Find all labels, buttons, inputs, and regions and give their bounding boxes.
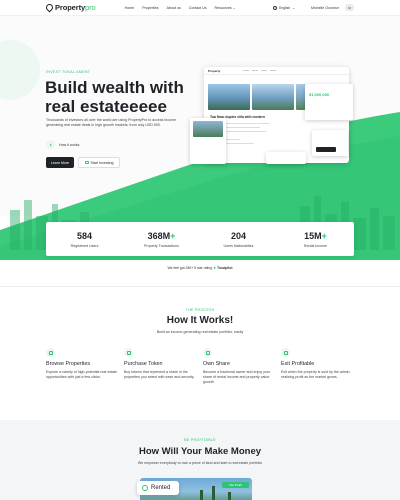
profit-tag: Net Profit — [222, 482, 249, 488]
step-desc: Exit when the property is sold by the ad… — [281, 370, 351, 379]
trustpilot-brand: Trustpilot — [217, 266, 233, 270]
pie-chart-icon — [203, 348, 212, 357]
trust-text: We feel got 280+ 5 star rating — [167, 266, 213, 270]
stat-label: Registered Users — [70, 243, 99, 248]
hero-eyebrow: INVEST TOKAL AMENT — [46, 70, 91, 74]
stat-user-nationalities: 204 Users Nationalities — [200, 231, 277, 248]
trustpilot-rating[interactable]: We feel got 280+ 5 star rating ★ Trustpi… — [0, 266, 400, 270]
rented-badge: Rented — [137, 481, 179, 495]
start-investing-label: Start Investing — [90, 160, 114, 165]
stat-label: Users Nationalities — [223, 243, 254, 248]
step-desc: Explore a variety of high-potential real… — [46, 370, 118, 379]
step-desc: Buy tokens that represent a share in the… — [124, 370, 195, 379]
star-icon: ★ — [213, 266, 217, 270]
stat-value: 15M — [304, 230, 322, 241]
process-eyebrow: THE PROCESS — [185, 308, 215, 312]
how-it-works-label: How it works — [59, 142, 80, 147]
start-investing-button[interactable]: Start Investing — [78, 157, 120, 168]
stat-suffix: + — [321, 230, 327, 241]
step-title: Own Share — [203, 361, 230, 367]
mockup-float-strip — [266, 152, 306, 164]
hero-subtitle: Thousands of investors all over the worl… — [46, 118, 177, 127]
step-title: Browse Properties — [46, 361, 91, 367]
stats-bar: 584 Registered Users 368M+ Property Tran… — [46, 222, 354, 256]
mockup-float-card — [312, 130, 348, 156]
step-desc: Become a fractional owner and enjoy your… — [203, 370, 271, 384]
how-it-works-title: How It Works! — [166, 315, 234, 326]
play-icon — [46, 140, 55, 149]
make-money-title: How Will Your Make Money — [138, 446, 262, 457]
home-icon — [281, 348, 290, 357]
how-it-works-subtitle: Build an income-generating real estate p… — [156, 330, 244, 334]
stat-registered-users: 584 Registered Users — [46, 231, 123, 248]
step-browse-properties: Browse Properties Explore a variety of h… — [46, 348, 120, 380]
stat-value: 584 — [76, 230, 93, 241]
token-icon — [124, 348, 133, 357]
mockup-brand: Property — [208, 68, 221, 73]
stat-label: Rental Income — [303, 243, 328, 248]
mockup-price-panel: $1,000,000 — [305, 84, 353, 120]
wallet-icon — [84, 161, 89, 164]
mockup-price: $1,000,000 — [309, 92, 330, 97]
step-title: Exit Profitable — [281, 361, 315, 367]
stat-value: 204 — [230, 230, 247, 241]
stat-rental-income: 15M+ Rental Income — [277, 231, 354, 248]
hero-title: Build wealth with real estateeeee — [45, 78, 184, 116]
step-purchase-token: Purchase Token Buy tokens that represent… — [124, 348, 198, 380]
stat-label: Property Transactions — [144, 243, 179, 248]
section-divider — [0, 286, 400, 287]
step-own-share: Own Share Become a fractional owner and … — [203, 348, 277, 385]
key-icon — [142, 485, 148, 491]
mockup-thumbnail — [193, 121, 223, 137]
stat-value: 368M — [147, 230, 171, 241]
mockup-property-card — [190, 118, 226, 164]
stat-suffix: + — [170, 230, 176, 241]
learn-more-button[interactable]: Learn More — [46, 157, 74, 168]
how-it-works-link[interactable]: How it works — [46, 140, 79, 149]
rented-label: Rented — [151, 485, 171, 491]
mockup-photo — [208, 84, 250, 110]
mockup-photo — [252, 84, 294, 110]
profit-eyebrow: BE PROFITABLE — [184, 438, 216, 442]
mockup-header: Property — [204, 67, 349, 75]
stat-property-transactions: 368M+ Property Transactions — [123, 231, 200, 248]
building-icon — [46, 348, 55, 357]
step-title: Purchase Token — [124, 361, 163, 367]
make-money-subtitle: We empower everybody to own a piece of l… — [137, 461, 263, 465]
step-exit-profitable: Exit Profitable Exit when the property i… — [281, 348, 355, 380]
